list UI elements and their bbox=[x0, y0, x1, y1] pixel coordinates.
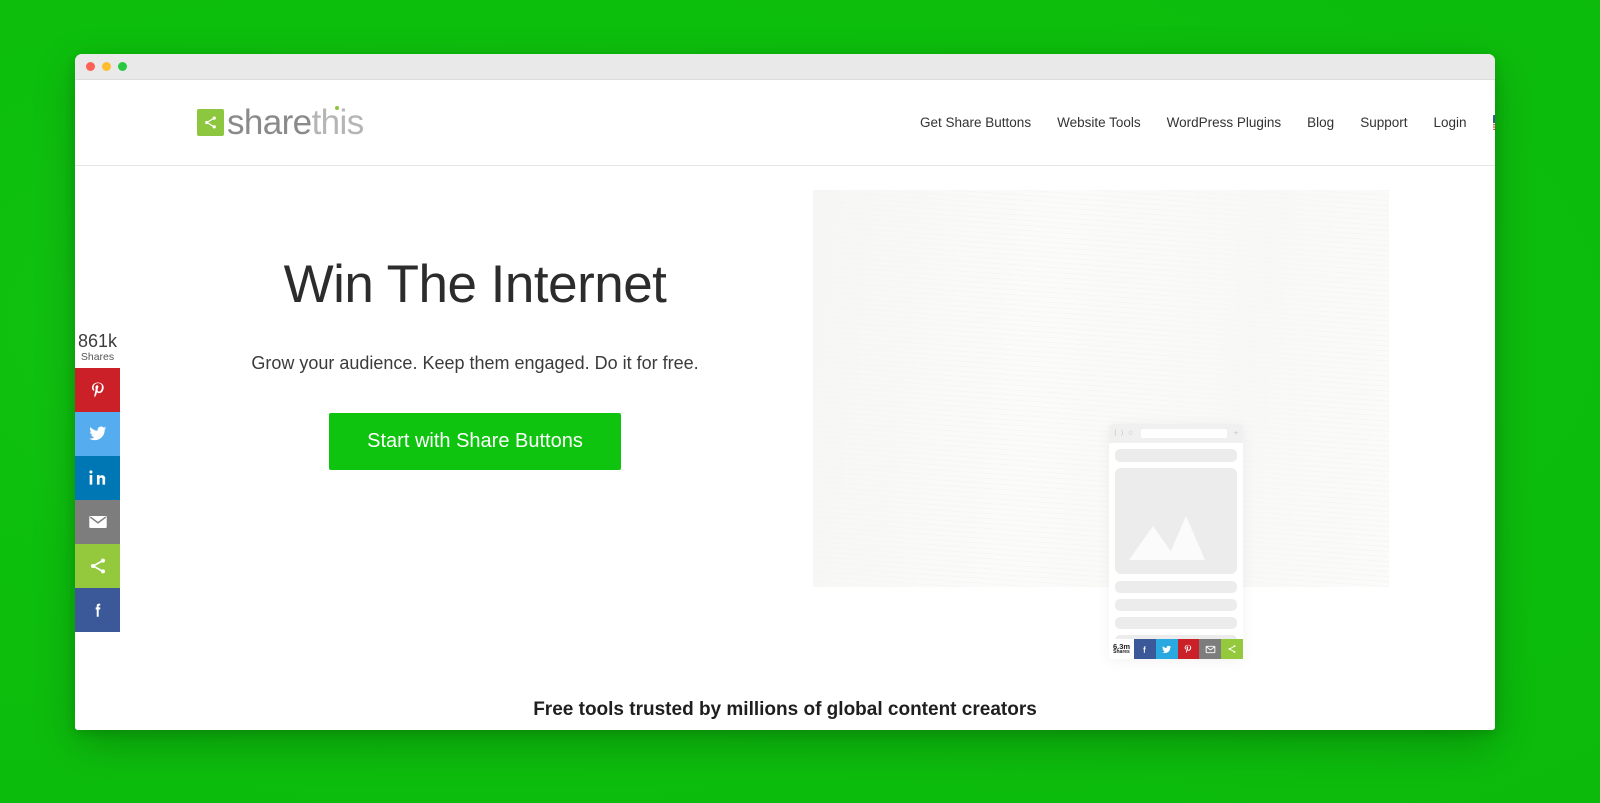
sharethis-logo[interactable]: sharethis bbox=[197, 103, 364, 143]
mockup-chrome-bar: ⟨ ⟩ ☆ + bbox=[1109, 424, 1243, 443]
mockup-image-placeholder bbox=[1115, 468, 1237, 574]
mockup-text-line bbox=[1115, 599, 1237, 611]
logo-wordmark: sharethis bbox=[227, 103, 364, 143]
browser-titlebar bbox=[75, 54, 1495, 80]
browser-mockup: ⟨ ⟩ ☆ + 6.3m Shares bbox=[1109, 424, 1243, 659]
page-title: Win The Internet bbox=[283, 255, 667, 314]
mockup-text-line bbox=[1115, 617, 1237, 629]
star-icon[interactable]: ☆ bbox=[1127, 430, 1133, 437]
nav-blog[interactable]: Blog bbox=[1294, 115, 1347, 130]
plus-icon[interactable]: + bbox=[1234, 430, 1238, 437]
site-header: sharethis Get Share Buttons Website Tool… bbox=[75, 80, 1495, 166]
mockup-share-button-sharethis[interactable] bbox=[1221, 639, 1243, 659]
share-button-facebook[interactable] bbox=[75, 587, 120, 632]
chevron-right-icon[interactable]: ⟩ bbox=[1121, 430, 1124, 437]
share-count-value: 861k bbox=[77, 331, 118, 351]
start-with-share-buttons-button[interactable]: Start with Share Buttons bbox=[329, 413, 621, 470]
hero-subtitle: Grow your audience. Keep them engaged. D… bbox=[251, 353, 699, 373]
mockup-page-content bbox=[1109, 443, 1243, 659]
mockup-heading-placeholder bbox=[1115, 449, 1237, 462]
window-minimize-button[interactable] bbox=[102, 62, 111, 71]
share-rail: 861k Shares bbox=[75, 332, 120, 632]
mockup-share-count: 6.3m Shares bbox=[1109, 639, 1134, 659]
share-button-email[interactable] bbox=[75, 499, 120, 544]
locale-selector[interactable]: › bbox=[1493, 114, 1495, 131]
share-button-sharethis[interactable] bbox=[75, 543, 120, 588]
nav-get-share-buttons[interactable]: Get Share Buttons bbox=[920, 115, 1044, 130]
window-maximize-button[interactable] bbox=[118, 62, 127, 71]
mockup-share-button-facebook[interactable] bbox=[1134, 639, 1156, 659]
chevron-left-icon[interactable]: ⟨ bbox=[1114, 430, 1117, 437]
nav-login[interactable]: Login bbox=[1421, 115, 1480, 130]
share-button-pinterest[interactable] bbox=[75, 367, 120, 412]
mockup-text-line bbox=[1115, 581, 1237, 593]
window-close-button[interactable] bbox=[86, 62, 95, 71]
nav-website-tools[interactable]: Website Tools bbox=[1044, 115, 1154, 130]
logo-accent-dot bbox=[334, 105, 339, 110]
mockup-share-button-twitter[interactable] bbox=[1155, 639, 1178, 659]
mockup-share-button-pinterest[interactable] bbox=[1177, 639, 1200, 659]
mockup-share-count-label: Shares bbox=[1113, 649, 1130, 656]
mockup-share-button-email[interactable] bbox=[1199, 639, 1222, 659]
share-button-twitter[interactable] bbox=[75, 411, 120, 456]
main-navigation: Get Share Buttons Website Tools WordPres… bbox=[920, 115, 1480, 130]
share-button-linkedin[interactable] bbox=[75, 455, 120, 500]
footer-tagline: Free tools trusted by millions of global… bbox=[533, 699, 1037, 720]
hero-section: Win The Internet Grow your audience. Kee… bbox=[75, 166, 875, 470]
page-body: ⟨ ⟩ ☆ + 6.3m Shares 861k Shares Win The … bbox=[75, 166, 1495, 730]
logo-text-primary: share bbox=[227, 102, 312, 142]
mockup-share-bar: 6.3m Shares bbox=[1109, 639, 1243, 659]
nav-wordpress-plugins[interactable]: WordPress Plugins bbox=[1154, 115, 1295, 130]
us-flag-icon[interactable] bbox=[1493, 115, 1495, 130]
browser-window: sharethis Get Share Buttons Website Tool… bbox=[75, 54, 1495, 730]
hero-illustration-panel bbox=[813, 190, 1389, 587]
mockup-url-input[interactable] bbox=[1140, 429, 1227, 438]
nav-support[interactable]: Support bbox=[1347, 115, 1420, 130]
share-node-icon bbox=[197, 109, 224, 136]
share-count-label: Shares bbox=[80, 350, 115, 363]
